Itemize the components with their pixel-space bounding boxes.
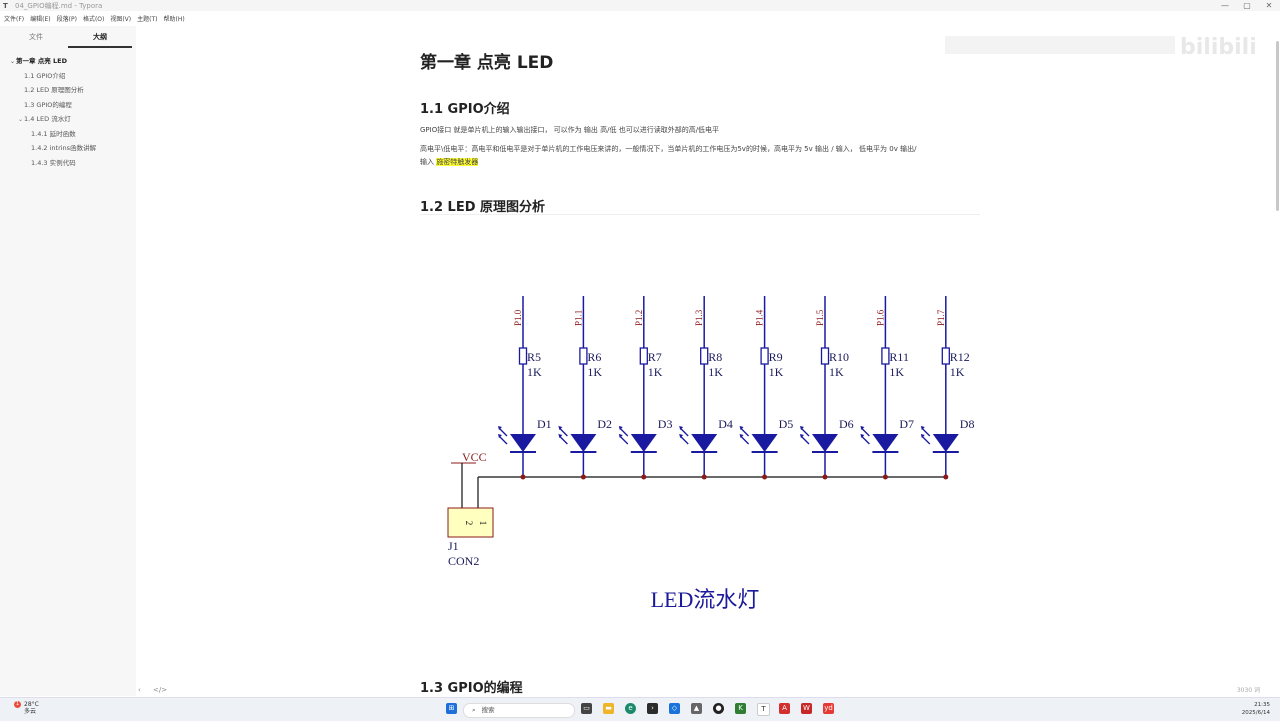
junction-dot <box>943 474 949 480</box>
junction-dot <box>580 474 586 480</box>
pin-label: P1.6 <box>875 309 885 326</box>
led-symbol <box>691 434 718 452</box>
led-symbol <box>751 434 778 452</box>
led-label: D2 <box>597 417 612 431</box>
weather-widget[interactable]: 28°C 多云 <box>24 701 39 715</box>
resistor-label: R12 <box>950 350 970 364</box>
word-count[interactable]: 3030 词 <box>1237 685 1260 694</box>
pin-label: P1.1 <box>573 310 583 326</box>
terminal-icon[interactable]: › <box>647 703 658 714</box>
windows-start-icon[interactable]: ⊞ <box>446 703 457 714</box>
resistor-symbol <box>579 347 588 365</box>
connector-pin-1: 1 <box>478 521 488 526</box>
pin-label: P1.2 <box>634 310 644 326</box>
resistor-symbol <box>941 347 950 365</box>
led-symbol <box>812 434 838 452</box>
resistor-label: R11 <box>889 350 909 364</box>
task-view-icon[interactable]: ▭ <box>581 703 592 714</box>
resistor-value: 1K <box>769 365 784 379</box>
resistor-label: R10 <box>829 350 849 364</box>
light-ray <box>619 435 629 445</box>
led-symbol <box>630 434 657 452</box>
junction-dot <box>822 474 828 480</box>
junction-dot <box>641 474 647 480</box>
pin-label: P1.5 <box>815 309 825 326</box>
resistor-symbol <box>518 347 528 365</box>
led-label: D7 <box>899 417 914 431</box>
edge-browser-icon[interactable]: e <box>625 703 636 714</box>
junction-dot <box>520 474 526 480</box>
connector-ref: J1 <box>448 539 459 553</box>
led-label: D3 <box>658 417 673 431</box>
resistor-symbol <box>700 347 709 365</box>
light-ray <box>921 435 931 445</box>
junction-dot <box>762 474 768 480</box>
schematic-caption: LED流水灯 <box>651 587 760 612</box>
light-ray <box>679 435 689 445</box>
led-symbol <box>570 434 597 452</box>
youdao-icon[interactable]: yd <box>823 703 834 714</box>
led-label: D5 <box>779 417 794 431</box>
resistor-label: R7 <box>648 350 662 364</box>
resistor-symbol <box>760 347 769 365</box>
weather-desc: 多云 <box>24 708 37 715</box>
resistor-label: R5 <box>527 350 541 364</box>
light-ray <box>860 435 870 445</box>
connector-pin-2: 2 <box>464 521 474 526</box>
vcc-label: VCC <box>462 450 487 464</box>
led-symbol <box>932 434 959 452</box>
wps-icon[interactable]: W <box>801 703 812 714</box>
taskbar-search[interactable]: ⌕ 搜索 <box>463 703 575 718</box>
resistor-value: 1K <box>527 365 542 379</box>
resistor-value: 1K <box>829 365 844 379</box>
vscode-icon[interactable]: ◇ <box>669 703 680 714</box>
light-ray <box>800 435 810 445</box>
light-ray <box>740 435 750 445</box>
clock-date: 2025/6/14 <box>1241 710 1270 716</box>
obs-icon[interactable]: ● <box>713 703 724 714</box>
weather-badge: 1 <box>14 701 21 708</box>
vertical-scrollbar[interactable] <box>1274 26 1280 696</box>
schematic-group: P1.0R51KD1P1.1R61KD2P1.2R71KD3P1.3R81KD4… <box>477 296 975 508</box>
clock-time: 21:35 <box>1254 702 1270 708</box>
resistor-symbol <box>639 347 648 365</box>
search-icon: ⌕ <box>472 706 476 714</box>
connector-name: CON2 <box>448 554 479 568</box>
resistor-value: 1K <box>708 365 723 379</box>
system-clock[interactable]: 21:35 2025/6/14 <box>1242 701 1270 717</box>
pin-label: P1.3 <box>694 309 704 326</box>
file-explorer-icon[interactable]: ▬ <box>603 703 614 714</box>
led-label: D1 <box>537 417 552 431</box>
pin-label: P1.4 <box>755 309 765 326</box>
pdf-reader-icon[interactable]: A <box>779 703 790 714</box>
pin-label: P1.0 <box>513 309 523 326</box>
light-ray <box>498 435 508 445</box>
resistor-value: 1K <box>950 365 965 379</box>
resistor-label: R9 <box>769 350 783 364</box>
led-symbol <box>872 434 899 452</box>
resistor-value: 1K <box>889 365 904 379</box>
resistor-label: R6 <box>587 350 601 364</box>
typora-icon[interactable]: T <box>757 703 770 716</box>
search-placeholder: 搜索 <box>481 706 495 714</box>
weather-temp: 28°C <box>24 701 39 708</box>
led-label: D4 <box>718 417 733 431</box>
led-schematic: P1.0R51KD1P1.1R61KD2P1.2R71KD3P1.3R81KD4… <box>447 296 975 612</box>
scrollbar-thumb[interactable] <box>1276 41 1279 211</box>
light-ray <box>558 435 568 445</box>
resistor-symbol <box>881 347 890 365</box>
junction-dot <box>882 474 888 480</box>
led-label: D8 <box>960 417 975 431</box>
taskbar: 1 28°C 多云 ⊞ ⌕ 搜索 ▭ ▬ e › ◇ ▲ ● K T A W yd… <box>0 697 1280 721</box>
junction-dot <box>701 474 707 480</box>
led-label: D6 <box>839 417 854 431</box>
resistor-value: 1K <box>587 365 602 379</box>
resistor-value: 1K <box>648 365 663 379</box>
pin-label: P1.7 <box>936 309 946 326</box>
keil-icon[interactable]: K <box>735 703 746 714</box>
led-symbol <box>510 434 536 452</box>
resistor-symbol <box>820 347 830 365</box>
app-icon[interactable]: ▲ <box>691 703 702 714</box>
resistor-label: R8 <box>708 350 722 364</box>
